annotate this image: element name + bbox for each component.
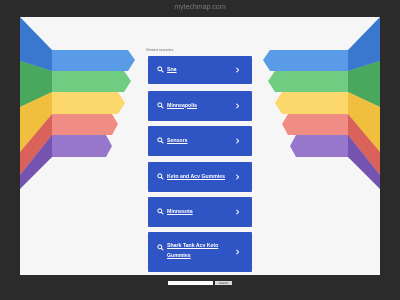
search-icon (157, 137, 164, 144)
chevron-right-icon (236, 138, 240, 144)
related-link-minneapolis[interactable]: Minneapolis (148, 91, 252, 121)
chevron-right-icon (236, 209, 240, 215)
chevron-right-icon (236, 103, 240, 109)
chevron-right-icon (236, 67, 240, 73)
chevron-right-icon (236, 174, 240, 180)
search-icon (157, 244, 164, 251)
related-link-minnesota[interactable]: Minnesota (148, 197, 252, 227)
related-link-label: Minneapolis (167, 102, 197, 109)
related-searches-heading: Related searches (146, 48, 174, 52)
domain-title: mytechmap.com (174, 4, 226, 11)
left-ribbon-blue (20, 17, 135, 71)
content-frame: Related searches Sna Minneapolis Sensors… (20, 17, 380, 275)
related-link-label: Sensors (167, 137, 188, 144)
search-input[interactable] (168, 281, 213, 285)
search-button[interactable]: Search (215, 281, 232, 285)
related-link-label: Sna (167, 66, 177, 73)
chevron-right-icon (236, 249, 240, 255)
related-link-label: Minnesota (167, 208, 193, 215)
related-link-sensors[interactable]: Sensors (148, 126, 252, 156)
related-link-label: Keto and Acv Gummies (167, 173, 226, 180)
related-link-shark-tank-acv-keto-gummies[interactable]: Shark Tank Acv Keto Gummies (148, 232, 252, 272)
search-icon (157, 173, 164, 180)
right-ribbon-blue (263, 17, 380, 71)
related-link-label: Shark Tank Acv Keto Gummies (167, 243, 219, 259)
related-link-keto-acv-gummies[interactable]: Keto and Acv Gummies (148, 162, 252, 192)
related-link-sna[interactable]: Sna (148, 56, 252, 84)
search-icon (157, 102, 164, 109)
search-icon (157, 208, 164, 215)
search-icon (157, 66, 164, 73)
